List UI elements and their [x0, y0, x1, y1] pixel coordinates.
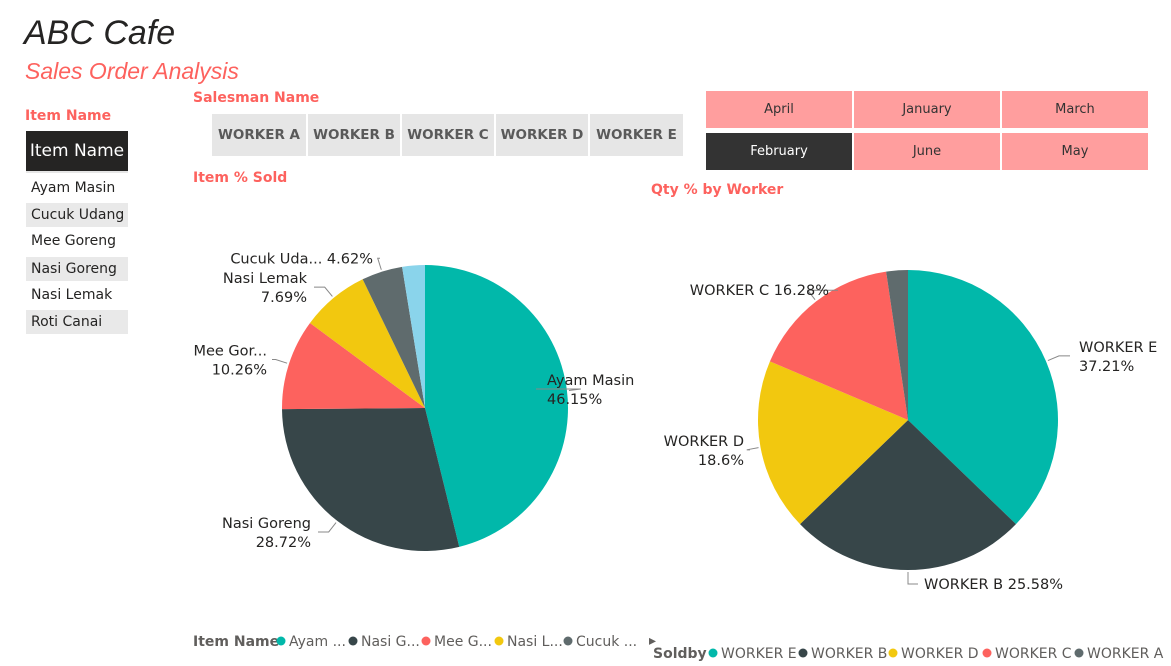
data-label-value: 18.6%	[698, 453, 744, 469]
legend-marker[interactable]	[798, 648, 808, 658]
data-label-value: 7.69%	[261, 290, 307, 306]
leader-line	[1047, 355, 1070, 362]
legend-title: Soldby	[653, 646, 707, 662]
data-label: WORKER C 16.28%	[690, 283, 829, 299]
legend-entry[interactable]: Ayam ...	[289, 634, 346, 650]
legend-entry[interactable]: WORKER D	[901, 646, 979, 662]
leader-line	[907, 572, 918, 585]
leader-line	[318, 522, 337, 533]
data-label-value: 28.72%	[256, 535, 311, 551]
legend-entry[interactable]: WORKER A	[1087, 646, 1164, 662]
leader-line	[272, 358, 288, 364]
data-label-value: 37.21%	[1079, 359, 1134, 375]
legend-marker[interactable]	[494, 636, 504, 646]
leader-line	[314, 286, 333, 297]
legend-marker[interactable]	[276, 636, 286, 646]
charts-canvas: Ayam Masin 46.15% Nasi Goreng 28.72% Mee Gor…	[193, 251, 1164, 662]
data-label: WORKER B 25.58%	[924, 577, 1063, 593]
legend-entry[interactable]: Cucuk ...	[576, 634, 637, 650]
data-label-name: WORKER E	[1079, 340, 1157, 356]
legend-entry[interactable]: Mee G...	[434, 634, 492, 650]
legend-marker[interactable]	[1074, 648, 1084, 658]
legend-marker[interactable]	[708, 648, 718, 658]
legend-entry[interactable]: Nasi G...	[361, 634, 420, 650]
legend-title: Item Name	[193, 634, 279, 650]
legend-marker[interactable]	[888, 648, 898, 658]
data-label: Cucuk Uda... 4.62%	[230, 251, 373, 267]
data-label-value: 46.15%	[547, 392, 602, 408]
data-label-value: 10.26%	[212, 362, 267, 378]
legend-entry[interactable]: WORKER E	[721, 646, 797, 662]
legend-marker[interactable]	[348, 636, 358, 646]
legend-entry[interactable]: WORKER B	[811, 646, 887, 662]
legend-marker[interactable]	[421, 636, 431, 646]
legend-entry[interactable]: Nasi L...	[507, 634, 563, 650]
data-label-name: Nasi Lemak	[223, 271, 308, 287]
leader-line	[377, 257, 382, 270]
leader-line	[746, 447, 759, 451]
data-label-name: Mee Gor...	[193, 343, 267, 359]
legend-marker[interactable]	[982, 648, 992, 658]
data-label-name: Ayam Masin	[547, 373, 634, 389]
legend-entry[interactable]: WORKER C	[995, 646, 1072, 662]
legend-marker[interactable]	[563, 636, 573, 646]
data-label-name: WORKER D	[664, 434, 744, 450]
data-label-name: Nasi Goreng	[222, 516, 311, 532]
